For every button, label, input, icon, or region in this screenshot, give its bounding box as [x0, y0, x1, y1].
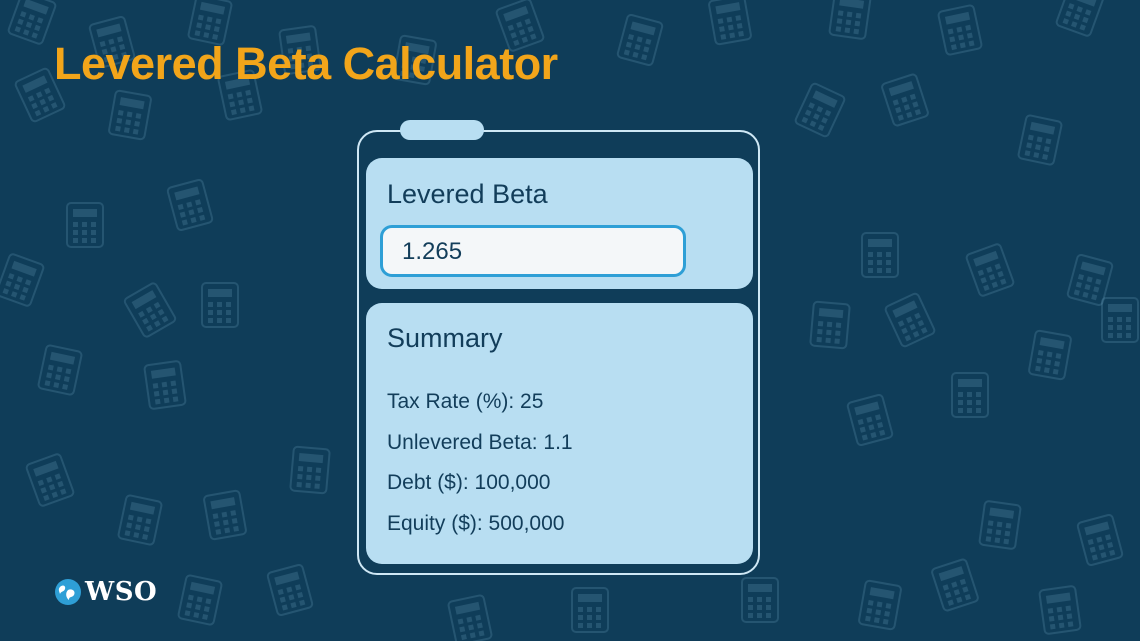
calculator-icon: [447, 594, 493, 641]
calculator-icon: [809, 300, 851, 350]
summary-item-equity: Equity ($): 500,000: [387, 511, 565, 535]
calculator-icon: [1076, 513, 1124, 567]
calculator-icon: [931, 558, 979, 612]
brand-logo: WSO: [54, 577, 157, 607]
levered-beta-card: Levered Beta 1.265: [366, 158, 753, 289]
calculator-icon: [1028, 329, 1072, 381]
calculator-icon: [965, 243, 1015, 297]
calculator-icon: [861, 232, 899, 278]
calculator-icon: [37, 344, 83, 396]
calculator-icon: [1101, 297, 1139, 343]
calculator-icon: [1055, 0, 1105, 37]
calculator-icon: [937, 4, 983, 56]
calculator-icon: [201, 282, 239, 328]
calculator-icon: [117, 494, 163, 546]
calculator-icon: [203, 489, 247, 541]
page-title: Levered Beta Calculator: [54, 38, 558, 89]
brand-name: WSO: [85, 577, 158, 607]
calculator-icon: [7, 0, 57, 45]
levered-beta-output: 1.265: [380, 225, 686, 277]
calculator-icon: [571, 587, 609, 633]
calculator-icon: [0, 253, 45, 307]
calculator-icon: [166, 178, 214, 232]
calculator-icon: [828, 0, 872, 40]
calculator-icon: [978, 500, 1022, 550]
calculator-icon: [951, 372, 989, 418]
summary-item-tax-rate: Tax Rate (%): 25: [387, 390, 544, 413]
device-top-tab: [400, 120, 484, 140]
summary-list: Tax Rate (%): 25 Unlevered Beta: 1.1 Deb…: [387, 388, 573, 550]
calculator-icon: [881, 73, 929, 127]
calculator-icon: [794, 82, 846, 138]
calculator-icon: [884, 292, 936, 348]
calculator-icon: [1038, 585, 1082, 635]
summary-card: Summary Tax Rate (%): 25 Unlevered Beta:…: [366, 303, 753, 564]
globe-logo-icon: [55, 579, 81, 605]
summary-item-debt: Debt ($): 100,000: [387, 471, 551, 494]
calculator-icon: [741, 577, 779, 623]
summary-heading: Summary: [387, 323, 503, 353]
calculator-icon: [846, 393, 894, 447]
summary-item-unlevered-beta: Unlevered Beta: 1.1: [387, 430, 573, 454]
calculator-icon: [143, 360, 187, 410]
calculator-icon: [1017, 114, 1063, 166]
calculator-icon: [66, 202, 104, 248]
calculator-icon: [858, 579, 902, 631]
levered-beta-heading: Levered Beta: [387, 179, 548, 209]
calculator-icon: [25, 453, 75, 507]
calculator-icon: [708, 0, 752, 46]
calculator-icon: [616, 13, 664, 67]
calculator-icon: [177, 574, 223, 626]
calculator-icon: [266, 563, 314, 617]
calculator-icon: [108, 89, 152, 141]
calculator-icon: [289, 445, 331, 495]
calculator-icon: [123, 282, 177, 338]
